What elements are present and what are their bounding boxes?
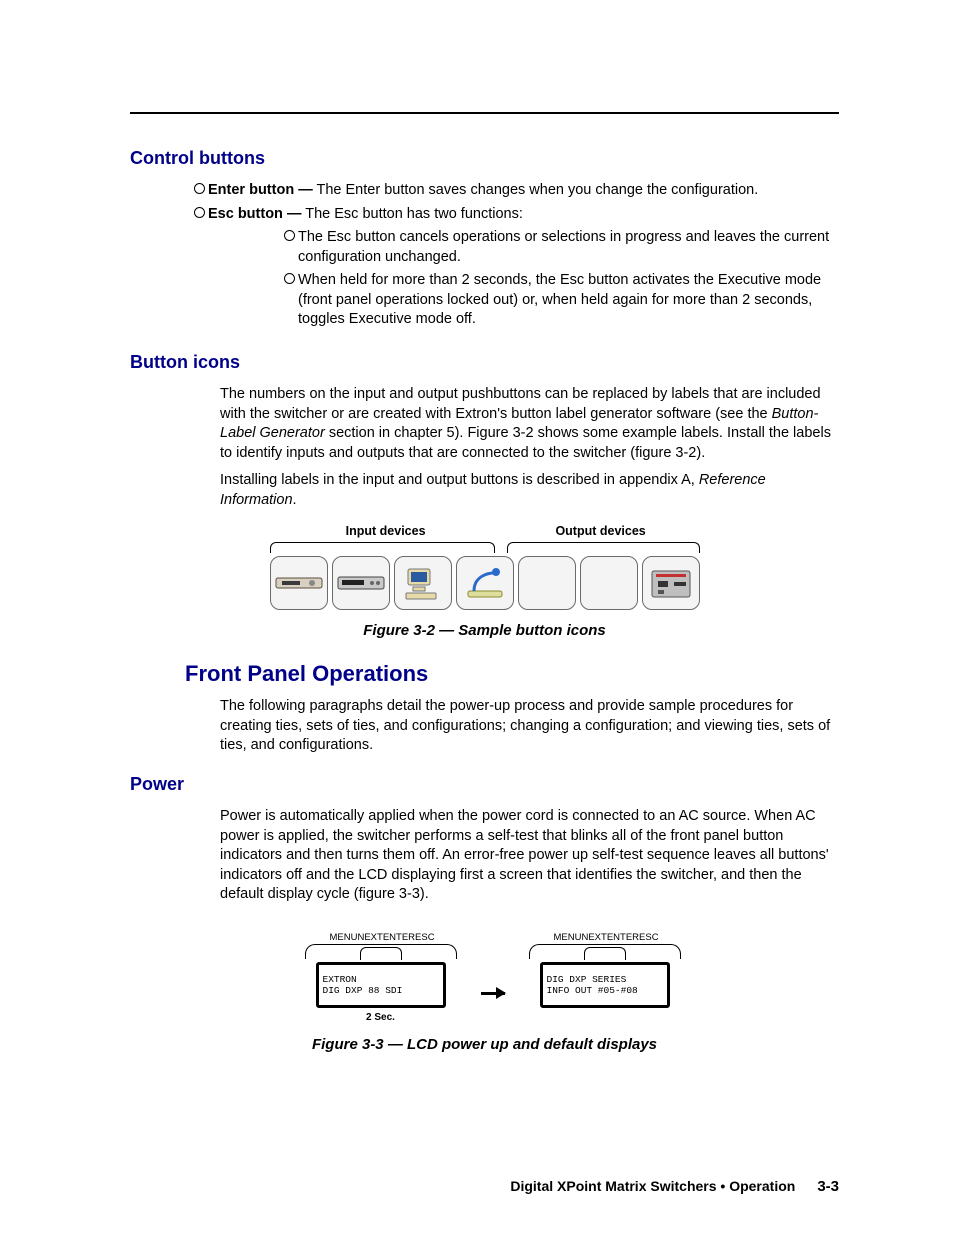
fig32-label-output: Output devices bbox=[502, 524, 700, 538]
bullet-marker-icon bbox=[280, 228, 298, 241]
page: Control buttons Enter button — The Enter… bbox=[0, 0, 954, 1235]
bullet-esc-sub1-text: The Esc button cancels operations or sel… bbox=[298, 228, 839, 267]
header-rule bbox=[130, 112, 839, 114]
lcd-display-2: DIG DXP SERIES INFO OUT #05-#08 bbox=[540, 962, 670, 1008]
power-para: Power is automatically applied when the … bbox=[220, 807, 839, 905]
chip-dvd-icon bbox=[270, 556, 328, 610]
heading-power: Power bbox=[130, 774, 839, 795]
bullet-enter-text: The Enter button saves changes when you … bbox=[317, 182, 759, 198]
bullet-esc-sub2-text: When held for more than 2 seconds, the E… bbox=[298, 271, 839, 330]
heading-front-panel-operations: Front Panel Operations bbox=[185, 661, 839, 687]
footer-title: Digital XPoint Matrix Switchers • Operat… bbox=[510, 1178, 795, 1194]
lcd-display-1: EXTRON DIG DXP 88 SDI bbox=[316, 962, 446, 1008]
bullet-marker-icon bbox=[280, 271, 298, 284]
bracket-icon bbox=[270, 542, 496, 553]
bullet-esc-text: The Esc button has two functions: bbox=[305, 206, 523, 222]
front-panel-para: The following paragraphs detail the powe… bbox=[220, 697, 839, 756]
bullet-esc-sub2: When held for more than 2 seconds, the E… bbox=[280, 271, 839, 330]
fig33-time-label: 2 Sec. bbox=[366, 1012, 395, 1024]
chip-pc-icon bbox=[394, 556, 452, 610]
footer-page-number: 3-3 bbox=[817, 1178, 839, 1195]
figure-3-3-caption: Figure 3-3 — LCD power up and default di… bbox=[130, 1036, 839, 1053]
arrow-right-icon bbox=[481, 933, 505, 1025]
figure-3-3: MENU NEXT ENTER ESC EXTRON DIG DXP 88 SD… bbox=[305, 933, 665, 1025]
bracket-icon bbox=[507, 542, 699, 553]
bullet-marker-icon bbox=[190, 205, 208, 218]
button-icons-para2: Installing labels in the input and outpu… bbox=[220, 471, 839, 510]
figure-3-2-caption: Figure 3-2 — Sample button icons bbox=[130, 622, 839, 639]
bullet-enter-label: Enter button — bbox=[208, 182, 313, 198]
fig33-tick-labels: MENU NEXT ENTER ESC bbox=[330, 933, 432, 943]
chip-controller-icon bbox=[642, 556, 700, 610]
page-footer: Digital XPoint Matrix Switchers • Operat… bbox=[0, 1178, 839, 1195]
bullet-esc-label: Esc button — bbox=[208, 206, 301, 222]
chip-blank-icon bbox=[580, 556, 638, 610]
chip-vcr-icon bbox=[332, 556, 390, 610]
heading-button-icons: Button icons bbox=[130, 352, 839, 373]
bracket-icon bbox=[305, 944, 457, 959]
bullet-marker-icon bbox=[190, 181, 208, 194]
figure-3-2: Input devices Output devices bbox=[270, 524, 700, 610]
bracket-icon bbox=[529, 944, 681, 959]
chip-doccam-icon bbox=[456, 556, 514, 610]
bullet-enter: Enter button — The Enter button saves ch… bbox=[190, 181, 839, 201]
content-area: Control buttons Enter button — The Enter… bbox=[130, 148, 839, 1071]
fig33-left-device: MENU NEXT ENTER ESC EXTRON DIG DXP 88 SD… bbox=[305, 933, 457, 1025]
fig32-label-input: Input devices bbox=[270, 524, 502, 538]
fig33-tick-labels: MENU NEXT ENTER ESC bbox=[554, 933, 656, 943]
bullet-esc-sub1: The Esc button cancels operations or sel… bbox=[280, 228, 839, 267]
heading-control-buttons: Control buttons bbox=[130, 148, 839, 169]
button-icons-para1: The numbers on the input and output push… bbox=[220, 385, 839, 463]
fig33-right-device: MENU NEXT ENTER ESC DIG DXP SERIES INFO … bbox=[529, 933, 681, 1025]
bullet-esc: Esc button — The Esc button has two func… bbox=[190, 205, 839, 225]
chip-blank-icon bbox=[518, 556, 576, 610]
